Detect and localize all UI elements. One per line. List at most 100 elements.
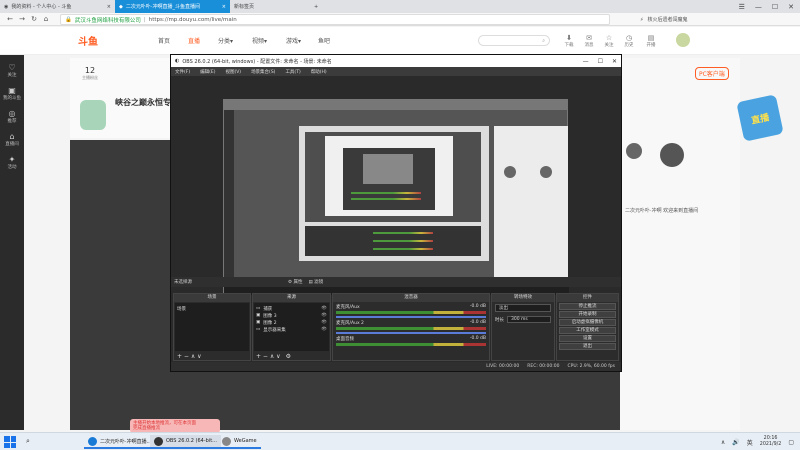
eye-icon[interactable]: 👁 (321, 313, 327, 318)
selected-source-label: 未选择源 (174, 280, 192, 285)
obs-status-bar: LIVE: 00:00:00 REC: 00:00:00 CPU: 2.9%, … (171, 362, 621, 371)
browser-tab-bar: ◉ 我的资料 - 个人中心 - 斗鱼 × ◆ 二次元卟卟·冲啊直播_斗鱼直播间 … (0, 0, 800, 13)
viewer-avatar (540, 166, 552, 178)
menu-edit[interactable]: 编辑(E) (200, 69, 215, 75)
source-item[interactable]: ▭ 捕获 👁 (256, 305, 327, 312)
new-tab-button[interactable]: + (310, 0, 324, 13)
volume-icon[interactable]: 🔊 (732, 439, 739, 446)
obs-menu-bar: 文件(F) 编辑(E) 视图(V) 场景集合(S) 工具(T) 帮助(H) (171, 67, 621, 76)
eye-icon[interactable]: 👁 (321, 306, 327, 311)
scenes-dock-footer[interactable]: + − ∧ ∨ (174, 352, 250, 361)
pc-client-button[interactable]: PC客户端 (695, 67, 729, 80)
menu-file[interactable]: 文件(F) (175, 69, 190, 75)
source-item[interactable]: ▭ 显示器采集 👁 (256, 326, 327, 333)
viewer-avatar[interactable] (660, 143, 684, 167)
refresh-icon[interactable]: ↻ (28, 15, 40, 23)
site-logo[interactable]: 斗鱼 (78, 33, 98, 48)
home-icon[interactable]: ⌂ (40, 15, 52, 23)
notification-icon[interactable]: ▢ (788, 439, 794, 446)
scene-item[interactable]: 场景 (177, 305, 247, 312)
minimize-icon[interactable]: — (583, 58, 589, 65)
follow-icon[interactable]: ☆ 关注 (600, 34, 618, 48)
captured-nested-preview (363, 154, 413, 184)
scenes-dock-title: 场景 (174, 294, 250, 302)
scenes-dock: 场景 场景 + − ∧ ∨ (173, 293, 251, 361)
search-icon[interactable]: ⚡ (640, 17, 644, 23)
duration-input[interactable]: 300 ms (507, 316, 551, 323)
close-icon[interactable]: ✕ (612, 58, 617, 65)
properties-button[interactable]: ⚙ 属性 (288, 279, 302, 285)
menu-tools[interactable]: 工具(T) (285, 69, 300, 75)
clock[interactable]: 20:16 2021/9/2 (760, 436, 782, 448)
viewer-avatar[interactable] (626, 143, 642, 159)
history-icon[interactable]: ◷ 历史 (620, 34, 638, 48)
chevron-up-icon[interactable]: ∧ (721, 439, 725, 446)
exit-button[interactable]: 退出 (559, 343, 616, 350)
sidebar-item-mydouyu[interactable]: ▣ 我的斗鱼 (0, 86, 24, 101)
close-icon[interactable]: × (107, 4, 111, 10)
tab-favicon-icon: ◉ (4, 3, 9, 10)
download-icon[interactable]: ⬇ 下载 (560, 34, 578, 48)
sources-dock-title: 来源 (253, 294, 330, 302)
menu-help[interactable]: 帮助(H) (311, 69, 327, 75)
house-icon: ⌂ (9, 132, 15, 141)
maximize-icon[interactable]: ☐ (772, 3, 778, 11)
eye-icon[interactable]: 👁 (321, 320, 327, 325)
sidebar-item-activity[interactable]: ✦ 活动 (0, 155, 24, 170)
minimize-icon[interactable]: — (755, 3, 762, 11)
back-icon[interactable]: ← (4, 15, 16, 23)
broadcast-icon[interactable]: ▤ 开播 (642, 34, 660, 48)
windows-start-icon[interactable] (4, 436, 16, 448)
stop-streaming-button[interactable]: 停止推流 (559, 303, 616, 310)
sidebar-item-follow[interactable]: ♡ 关注 (0, 63, 24, 78)
virtual-camera-button[interactable]: 启动虚拟摄像机 (559, 319, 616, 326)
source-item[interactable]: ▣ 图像 2 👁 (256, 319, 327, 326)
nav-live[interactable]: 直播 (188, 36, 200, 45)
sidebar-item-recommend[interactable]: ◎ 推荐 (0, 109, 24, 124)
browser-window-controls: ☰ — ☐ ✕ (739, 0, 800, 13)
browser-tab-profile[interactable]: ◉ 我的资料 - 个人中心 - 斗鱼 × (0, 0, 115, 13)
forward-icon[interactable]: → (16, 15, 28, 23)
studio-mode-button[interactable]: 工作室模式 (559, 327, 616, 334)
user-avatar[interactable] (676, 33, 690, 47)
search-icon[interactable]: ⌕ (26, 437, 30, 446)
site-search-input[interactable]: ⌕ (478, 35, 550, 46)
source-item[interactable]: ▣ 图像 3 👁 (256, 312, 327, 319)
close-icon[interactable]: ✕ (788, 3, 794, 11)
sources-dock-footer[interactable]: + − ∧ ∨ ⚙ (253, 352, 330, 361)
taskbar-app-browser[interactable]: 二次元卟卟·冲啊直播... (84, 435, 156, 449)
nav-video[interactable]: 视频▾ (252, 36, 267, 45)
promo-banner[interactable]: 直播 (736, 94, 784, 142)
taskbar-app-wegame[interactable]: WeGame (218, 435, 261, 449)
menu-scene-collection[interactable]: 场景集合(S) (251, 69, 275, 75)
message-icon[interactable]: ✉ 消息 (580, 34, 598, 48)
nav-category[interactable]: 分类▾ (218, 36, 233, 45)
trending-search[interactable]: 核火后遗者闯魔鬼 (648, 16, 688, 23)
nav-home[interactable]: 首页 (158, 36, 170, 45)
menu-view[interactable]: 视图(V) (225, 69, 241, 75)
obs-preview-canvas[interactable] (223, 99, 569, 295)
browser-tab-new[interactable]: 新标签页 (230, 0, 310, 13)
transition-type-select[interactable]: 淡出 (492, 302, 554, 314)
obs-title: OBS 26.0.2 (64-bit, windows) - 配置文件: 未命名… (182, 58, 332, 65)
nested-meter (373, 240, 433, 242)
nested-meter (373, 248, 433, 250)
nav-fishbar[interactable]: 鱼吧 (318, 36, 330, 45)
streamer-avatar[interactable] (80, 100, 106, 130)
filters-button[interactable]: ▤ 滤镜 (308, 279, 323, 285)
settings-button[interactable]: 设置 (559, 335, 616, 342)
sidebar-item-room[interactable]: ⌂ 直播间 (0, 132, 24, 147)
nav-game[interactable]: 游戏▾ (286, 36, 301, 45)
menu-icon[interactable]: ☰ (739, 3, 745, 11)
maximize-icon[interactable]: ☐ (598, 58, 603, 65)
browser-tab-live-room[interactable]: ◆ 二次元卟卟·冲啊直播_斗鱼直播间 × (115, 0, 230, 13)
eye-icon[interactable]: 👁 (321, 327, 327, 332)
input-method-icon[interactable]: 英 (747, 438, 753, 447)
url-input[interactable]: 🔒 武汉斗鱼网络科技有限公司 | https://mp.douyu.com/li… (60, 14, 610, 25)
image-icon: ▣ (256, 320, 261, 325)
start-recording-button[interactable]: 开始录制 (559, 311, 616, 318)
taskbar-app-obs[interactable]: OBS 26.0.2 (64-bit... (150, 435, 221, 449)
close-icon[interactable]: × (222, 4, 226, 10)
site-identity: 武汉斗鱼网络科技有限公司 (74, 17, 141, 24)
gear-icon[interactable]: ⚙ (286, 353, 291, 360)
